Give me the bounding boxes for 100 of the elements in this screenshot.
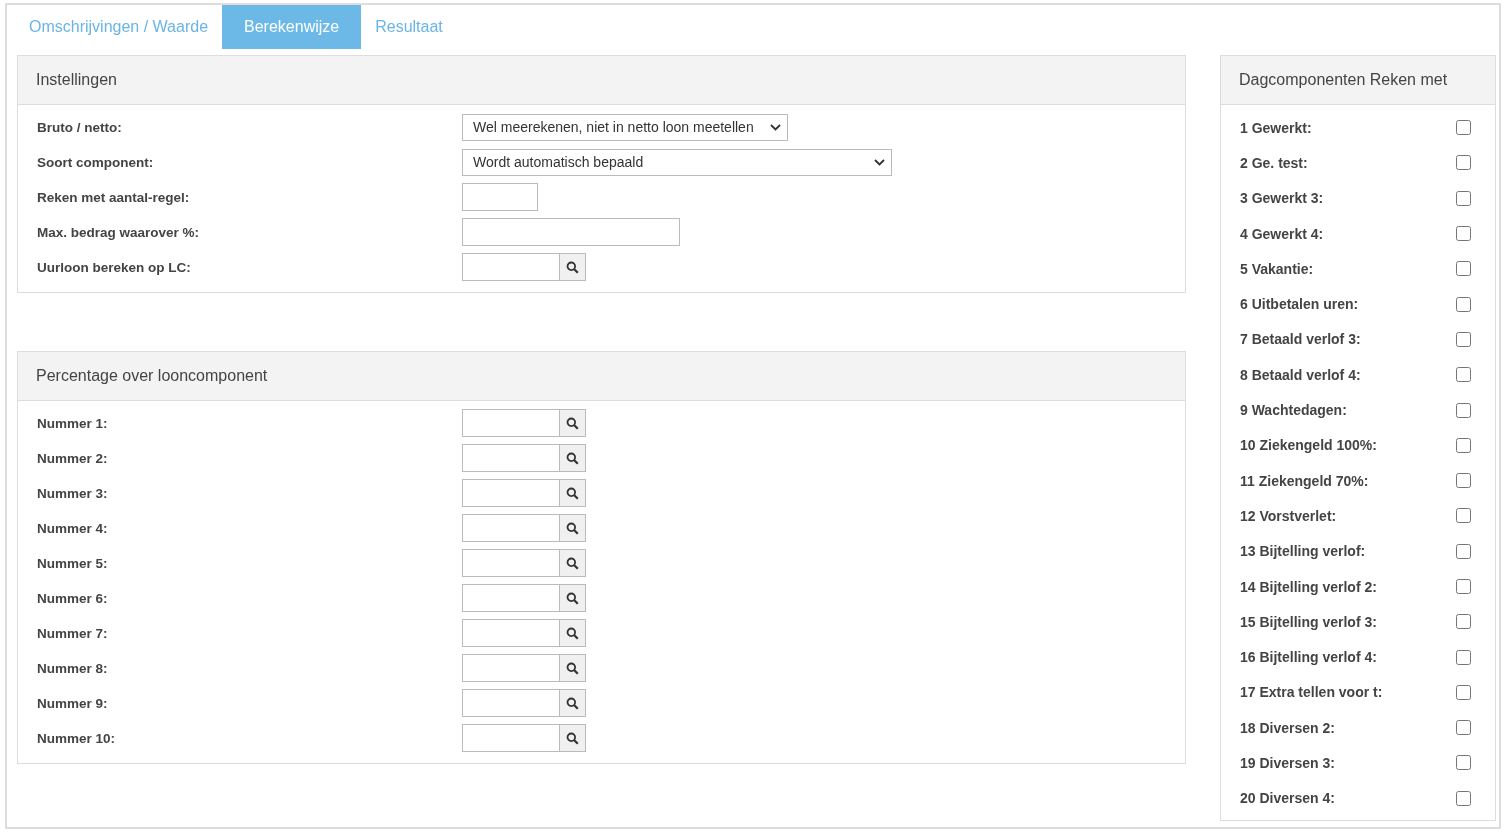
search-button[interactable] xyxy=(560,689,586,717)
checkbox[interactable] xyxy=(1456,720,1471,736)
input-field[interactable] xyxy=(462,654,560,682)
input-field[interactable] xyxy=(462,514,560,542)
checkbox-label: 11 Ziekengeld 70%: xyxy=(1240,472,1369,489)
tab[interactable]: Omschrijvingen / Waarde xyxy=(15,5,223,49)
checkbox[interactable] xyxy=(1456,261,1471,277)
checkbox[interactable] xyxy=(1456,755,1471,771)
input-field[interactable] xyxy=(462,619,560,647)
checkbox[interactable] xyxy=(1456,473,1471,489)
search-button[interactable] xyxy=(560,619,586,647)
checkbox[interactable] xyxy=(1456,190,1471,206)
search-button[interactable] xyxy=(560,253,586,281)
checkbox[interactable] xyxy=(1456,296,1471,312)
checkbox-label: 8 Betaald verlof 4: xyxy=(1240,366,1361,383)
checkbox[interactable] xyxy=(1456,508,1471,524)
checkbox-label: 5 Vakantie: xyxy=(1240,260,1314,277)
checkbox[interactable] xyxy=(1456,331,1471,347)
search-icon xyxy=(566,556,579,570)
checkbox-label: 12 Vorstverlet: xyxy=(1240,507,1337,524)
checkbox-label: 13 Bijtelling verlof: xyxy=(1240,543,1366,560)
checkbox-label: 15 Bijtelling verlof 3: xyxy=(1240,613,1377,630)
input-field[interactable] xyxy=(462,689,560,717)
field-label: Uurloon bereken op LC: xyxy=(37,259,192,275)
checkbox-label: 20 Diversen 4: xyxy=(1240,790,1335,807)
checkbox-label: 14 Bijtelling verlof 2: xyxy=(1240,578,1377,595)
checkbox-label: 19 Diversen 3: xyxy=(1240,755,1335,771)
input-field[interactable] xyxy=(462,183,538,211)
panel-title: Instellingen xyxy=(36,71,117,89)
search-icon xyxy=(566,591,579,605)
checkbox-label: 9 Wachtedagen: xyxy=(1240,402,1347,418)
panel-title: Percentage over looncomponent xyxy=(36,367,268,385)
checkbox-label: 6 Uitbetalen uren: xyxy=(1240,296,1359,313)
field-label: Nummer 6: xyxy=(37,590,109,606)
tab[interactable]: Resultaat xyxy=(361,5,457,49)
checkbox[interactable] xyxy=(1456,120,1471,136)
field-label: Nummer 3: xyxy=(37,485,109,501)
input-field[interactable] xyxy=(462,409,560,437)
field-label: Nummer 2: xyxy=(37,450,109,466)
checkbox[interactable] xyxy=(1456,614,1471,630)
search-icon xyxy=(566,731,579,745)
checkbox-label: 10 Ziekengeld 100%: xyxy=(1240,437,1377,454)
input-field[interactable] xyxy=(462,724,560,752)
field-label: Nummer 1: xyxy=(37,415,109,431)
search-button[interactable] xyxy=(560,514,586,542)
input-field[interactable] xyxy=(462,253,560,281)
search-icon xyxy=(566,626,579,640)
checkbox-label: 1 Gewerkt: xyxy=(1240,119,1312,136)
field-label: Nummer 5: xyxy=(37,555,109,571)
field-label: Bruto / netto: xyxy=(37,119,123,135)
field-label: Nummer 10: xyxy=(37,730,117,746)
search-icon xyxy=(566,416,579,430)
search-button[interactable] xyxy=(560,654,586,682)
checkbox[interactable] xyxy=(1456,649,1471,665)
search-icon xyxy=(566,260,579,274)
input-field[interactable] xyxy=(462,584,560,612)
checkbox[interactable] xyxy=(1456,790,1471,806)
search-button[interactable] xyxy=(560,479,586,507)
checkbox[interactable] xyxy=(1456,226,1471,242)
field-label: Nummer 8: xyxy=(37,660,109,676)
checkbox[interactable] xyxy=(1456,402,1471,418)
checkbox-label: 7 Betaald verlof 3: xyxy=(1240,331,1361,348)
field-label: Reken met aantal-regel: xyxy=(37,189,191,205)
input-field[interactable] xyxy=(462,479,560,507)
search-button[interactable] xyxy=(560,724,586,752)
search-icon xyxy=(566,486,579,500)
checkbox-label: 16 Bijtelling verlof 4: xyxy=(1240,649,1377,666)
checkbox[interactable] xyxy=(1456,367,1471,383)
search-button[interactable] xyxy=(560,584,586,612)
search-button[interactable] xyxy=(560,444,586,472)
chevron-down-icon xyxy=(770,123,781,131)
checkbox[interactable] xyxy=(1456,543,1471,559)
tab[interactable]: Berekenwijze xyxy=(222,5,362,49)
search-icon xyxy=(566,696,579,710)
input-field[interactable] xyxy=(462,549,560,577)
dropdown[interactable]: Wordt automatisch bepaald xyxy=(462,148,892,176)
field-label: Nummer 7: xyxy=(37,625,109,641)
checkbox[interactable] xyxy=(1456,437,1471,453)
checkbox-label: 4 Gewerkt 4: xyxy=(1240,225,1324,242)
field-label: Soort component: xyxy=(37,154,155,170)
search-button[interactable] xyxy=(560,549,586,577)
search-icon xyxy=(566,661,579,675)
field-label: Nummer 4: xyxy=(37,520,109,536)
checkbox[interactable] xyxy=(1456,579,1471,594)
checkbox-label: 17 Extra tellen voor t: xyxy=(1240,684,1383,701)
chevron-down-icon xyxy=(874,158,885,166)
panel-title: Dagcomponenten Reken met xyxy=(1239,71,1448,89)
checkbox[interactable] xyxy=(1456,155,1471,171)
input-field[interactable] xyxy=(462,218,680,246)
field-label: Max. bedrag waarover %: xyxy=(37,224,201,240)
input-field[interactable] xyxy=(462,444,560,472)
checkbox-label: 3 Gewerkt 3: xyxy=(1240,190,1324,207)
checkbox-label: 2 Ge. test: xyxy=(1240,154,1308,171)
checkbox[interactable] xyxy=(1456,684,1471,700)
search-icon xyxy=(566,451,579,465)
checkbox-label: 18 Diversen 2: xyxy=(1240,719,1335,736)
search-button[interactable] xyxy=(560,409,586,437)
search-icon xyxy=(566,521,579,535)
field-label: Nummer 9: xyxy=(37,695,109,711)
dropdown[interactable]: Wel meerekenen, niet in netto loon meetellen xyxy=(462,113,788,141)
